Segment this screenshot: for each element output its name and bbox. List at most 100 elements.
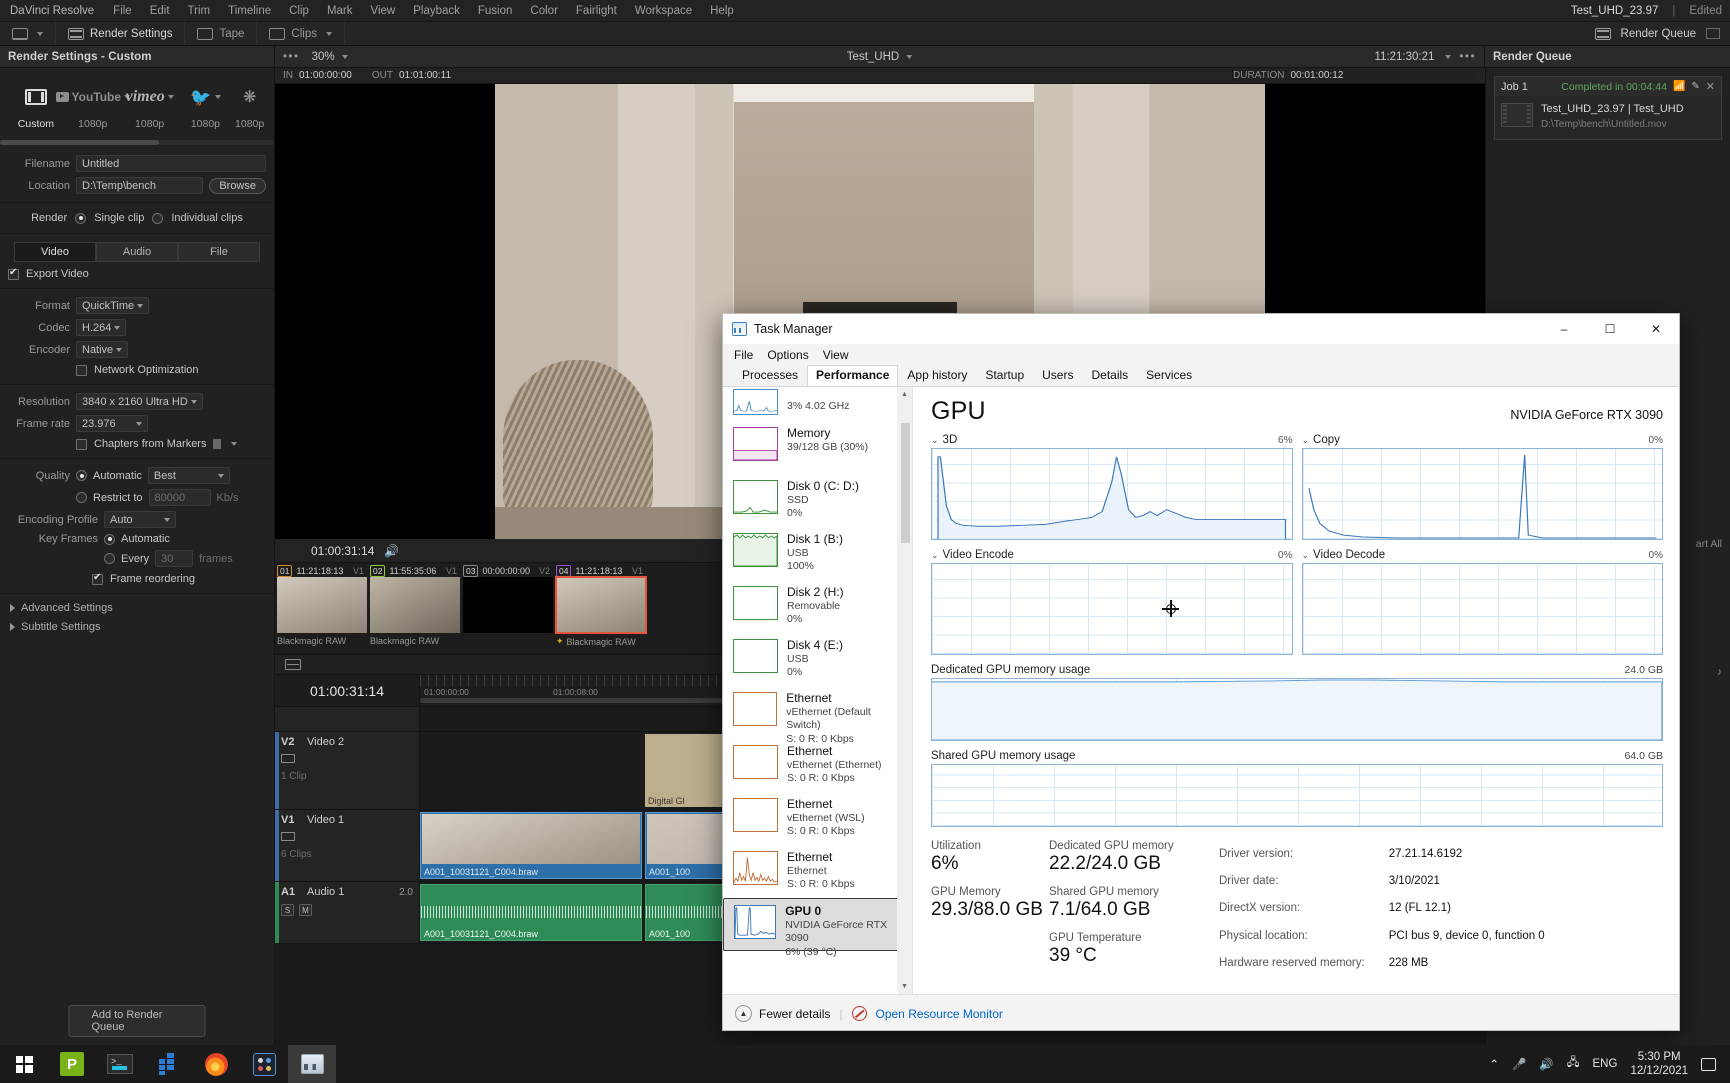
clip-cell[interactable]: 02 11:55:35:06 V1 Blackmagic RAW	[368, 563, 461, 654]
list-item-ethernet-2[interactable]: Ethernet vEthernet (WSL) S: 0 R: 0 Kbps	[723, 792, 912, 845]
preset-vimeo[interactable]: vimeo 1080p	[122, 82, 178, 130]
out-value[interactable]: 01:01:00:11	[399, 70, 451, 81]
list-item-disk1[interactable]: Disk 1 (B:) USB 100%	[723, 527, 912, 580]
show-hidden-icons[interactable]: ⌃	[1489, 1057, 1499, 1071]
network-optimization-row[interactable]: Network Optimization	[76, 364, 266, 376]
task-manager-window[interactable]: Task Manager – ☐ ✕ File Options View Pro…	[722, 313, 1680, 1031]
timeline-clip-v1[interactable]: A001_10031121_C004.braw	[420, 812, 642, 879]
language-indicator[interactable]: ENG	[1593, 1058, 1618, 1070]
preset-scrollbar[interactable]	[0, 140, 274, 145]
menu-fairlight[interactable]: Fairlight	[567, 5, 626, 17]
menu-clip[interactable]: Clip	[280, 5, 318, 17]
advanced-settings-disclosure[interactable]: Advanced Settings	[10, 602, 264, 614]
encoding-profile-select[interactable]: Auto	[104, 511, 176, 528]
mute-button[interactable]: M	[299, 904, 312, 916]
quality-restrict-input[interactable]: 80000	[148, 489, 211, 506]
menu-file[interactable]: File	[104, 5, 141, 17]
menu-mark[interactable]: Mark	[318, 5, 362, 17]
in-value[interactable]: 01:00:00:00	[299, 70, 352, 81]
video-track-icon[interactable]	[281, 754, 295, 763]
list-item-ethernet-1[interactable]: Ethernet vEthernet (Ethernet) S: 0 R: 0 …	[723, 739, 912, 792]
preset-more[interactable]: ❋ 1080p	[233, 82, 266, 130]
individual-clips-radio[interactable]	[152, 212, 164, 224]
render-queue-toggle-icon[interactable]	[1594, 27, 1611, 40]
fewer-details-button[interactable]: ▲ Fewer details	[735, 1005, 830, 1022]
menu-file[interactable]: File	[734, 348, 753, 362]
browse-button[interactable]: Browse	[209, 177, 266, 194]
tab-performance[interactable]: Performance	[807, 365, 899, 386]
encoder-select[interactable]: Native	[76, 341, 129, 358]
keyframes-automatic-radio[interactable]	[104, 533, 115, 545]
export-video-row[interactable]: Export Video	[8, 267, 266, 280]
resource-list[interactable]: 3% 4.02 GHz Memory 39/128 GB (30%) Disk …	[723, 387, 913, 994]
terminal-button[interactable]	[96, 1045, 144, 1083]
layout-icon[interactable]	[1706, 28, 1720, 39]
menu-workspace[interactable]: Workspace	[626, 5, 701, 17]
microphone-icon[interactable]: 🎤	[1512, 1057, 1526, 1071]
powerpoint-button[interactable]: P	[48, 1045, 96, 1083]
render-job[interactable]: Job 1 Completed in 00:04:44 📶 ✎ ✕ Test_U…	[1494, 76, 1722, 140]
add-to-render-queue-button[interactable]: Add to Render Queue	[68, 1005, 206, 1037]
display-toggle[interactable]	[0, 22, 56, 45]
tab-startup[interactable]: Startup	[976, 365, 1033, 386]
list-item-disk2[interactable]: Disk 2 (H:) Removable 0%	[723, 580, 912, 633]
vs-button[interactable]	[144, 1045, 192, 1083]
filename-input[interactable]: Untitled	[76, 155, 266, 172]
menu-timeline[interactable]: Timeline	[219, 5, 280, 17]
tab-details[interactable]: Details	[1082, 365, 1137, 386]
solo-button[interactable]: S	[281, 904, 294, 916]
chevron-down-icon[interactable]: ⌄	[1302, 435, 1310, 446]
list-item-ethernet-0[interactable]: Ethernet vEthernet (Default Switch) S: 0…	[723, 686, 912, 745]
quality-automatic-radio[interactable]	[76, 470, 87, 481]
chapters-checkbox[interactable]	[76, 438, 87, 450]
network-icon[interactable]: 🖧	[1567, 1055, 1580, 1074]
clip-cell[interactable]: 01 11:21:18:13 V1 Blackmagic RAW	[275, 563, 368, 654]
notifications-icon[interactable]	[1701, 1057, 1716, 1071]
chapters-swatch[interactable]	[213, 439, 222, 449]
edit-icon[interactable]: ✎	[1691, 81, 1699, 92]
tab-video[interactable]: Video	[14, 242, 96, 262]
list-item-memory[interactable]: Memory 39/128 GB (30%)	[723, 421, 912, 474]
viewer-options-icon[interactable]: •••	[283, 51, 300, 63]
list-item-disk4[interactable]: Disk 4 (E:) USB 0%	[723, 633, 912, 686]
menu-help[interactable]: Help	[701, 5, 743, 17]
format-select[interactable]: QuickTime	[76, 297, 150, 314]
list-item-ethernet-3[interactable]: Ethernet Ethernet S: 0 R: 0 Kbps	[723, 845, 912, 898]
keyframes-every-radio[interactable]	[104, 553, 115, 564]
export-video-checkbox[interactable]	[8, 267, 19, 280]
render-settings-button[interactable]: Render Settings	[56, 22, 186, 45]
tab-audio[interactable]: Audio	[96, 242, 178, 262]
maximize-button[interactable]: ☐	[1587, 314, 1633, 344]
framerate-select[interactable]: 23.976	[76, 415, 148, 432]
list-item-cpu[interactable]: 3% 4.02 GHz	[723, 387, 912, 421]
scroll-down-icon[interactable]: ▼	[897, 979, 912, 994]
chapters-row[interactable]: Chapters from Markers	[76, 438, 266, 450]
resolution-select[interactable]: 3840 x 2160 Ultra HD	[76, 393, 203, 410]
timeline-view-icon[interactable]	[285, 659, 301, 670]
list-scrollbar[interactable]: ▲ ▼	[897, 387, 912, 994]
scroll-up-icon[interactable]: ▲	[897, 387, 912, 402]
menu-view[interactable]: View	[362, 5, 405, 17]
preset-youtube[interactable]: YouTube 1080p	[55, 82, 131, 130]
quality-level-select[interactable]: Best	[147, 467, 230, 484]
firefox-button[interactable]	[192, 1045, 240, 1083]
chevron-down-icon[interactable]: ⌄	[931, 550, 939, 561]
preset-twitter[interactable]: 🐦 1080p	[178, 82, 234, 130]
clips-button[interactable]: Clips	[257, 22, 345, 45]
menu-view[interactable]: View	[823, 348, 849, 362]
list-item-disk0[interactable]: Disk 0 (C: D:) SSD 0%	[723, 474, 912, 527]
wifi-icon[interactable]: 📶	[1673, 81, 1685, 92]
network-optimization-checkbox[interactable]	[76, 364, 87, 376]
tab-processes[interactable]: Processes	[733, 365, 807, 386]
resolve-button[interactable]	[240, 1045, 288, 1083]
tab-file[interactable]: File	[178, 242, 260, 262]
taskmanager-button[interactable]	[288, 1045, 336, 1083]
timeline-clip-a1[interactable]: A001_10031121_C004.braw	[420, 884, 642, 941]
speaker-icon[interactable]: 🔊	[384, 544, 399, 558]
codec-select[interactable]: H.264	[76, 319, 127, 336]
single-clip-radio[interactable]	[75, 212, 87, 224]
menu-color[interactable]: Color	[521, 5, 566, 17]
chevron-down-icon[interactable]: ⌄	[931, 435, 939, 446]
tab-services[interactable]: Services	[1137, 365, 1201, 386]
clip-cell-selected[interactable]: 04 11:21:18:13 V1 ✦ Blackmagic RAW	[554, 563, 647, 654]
